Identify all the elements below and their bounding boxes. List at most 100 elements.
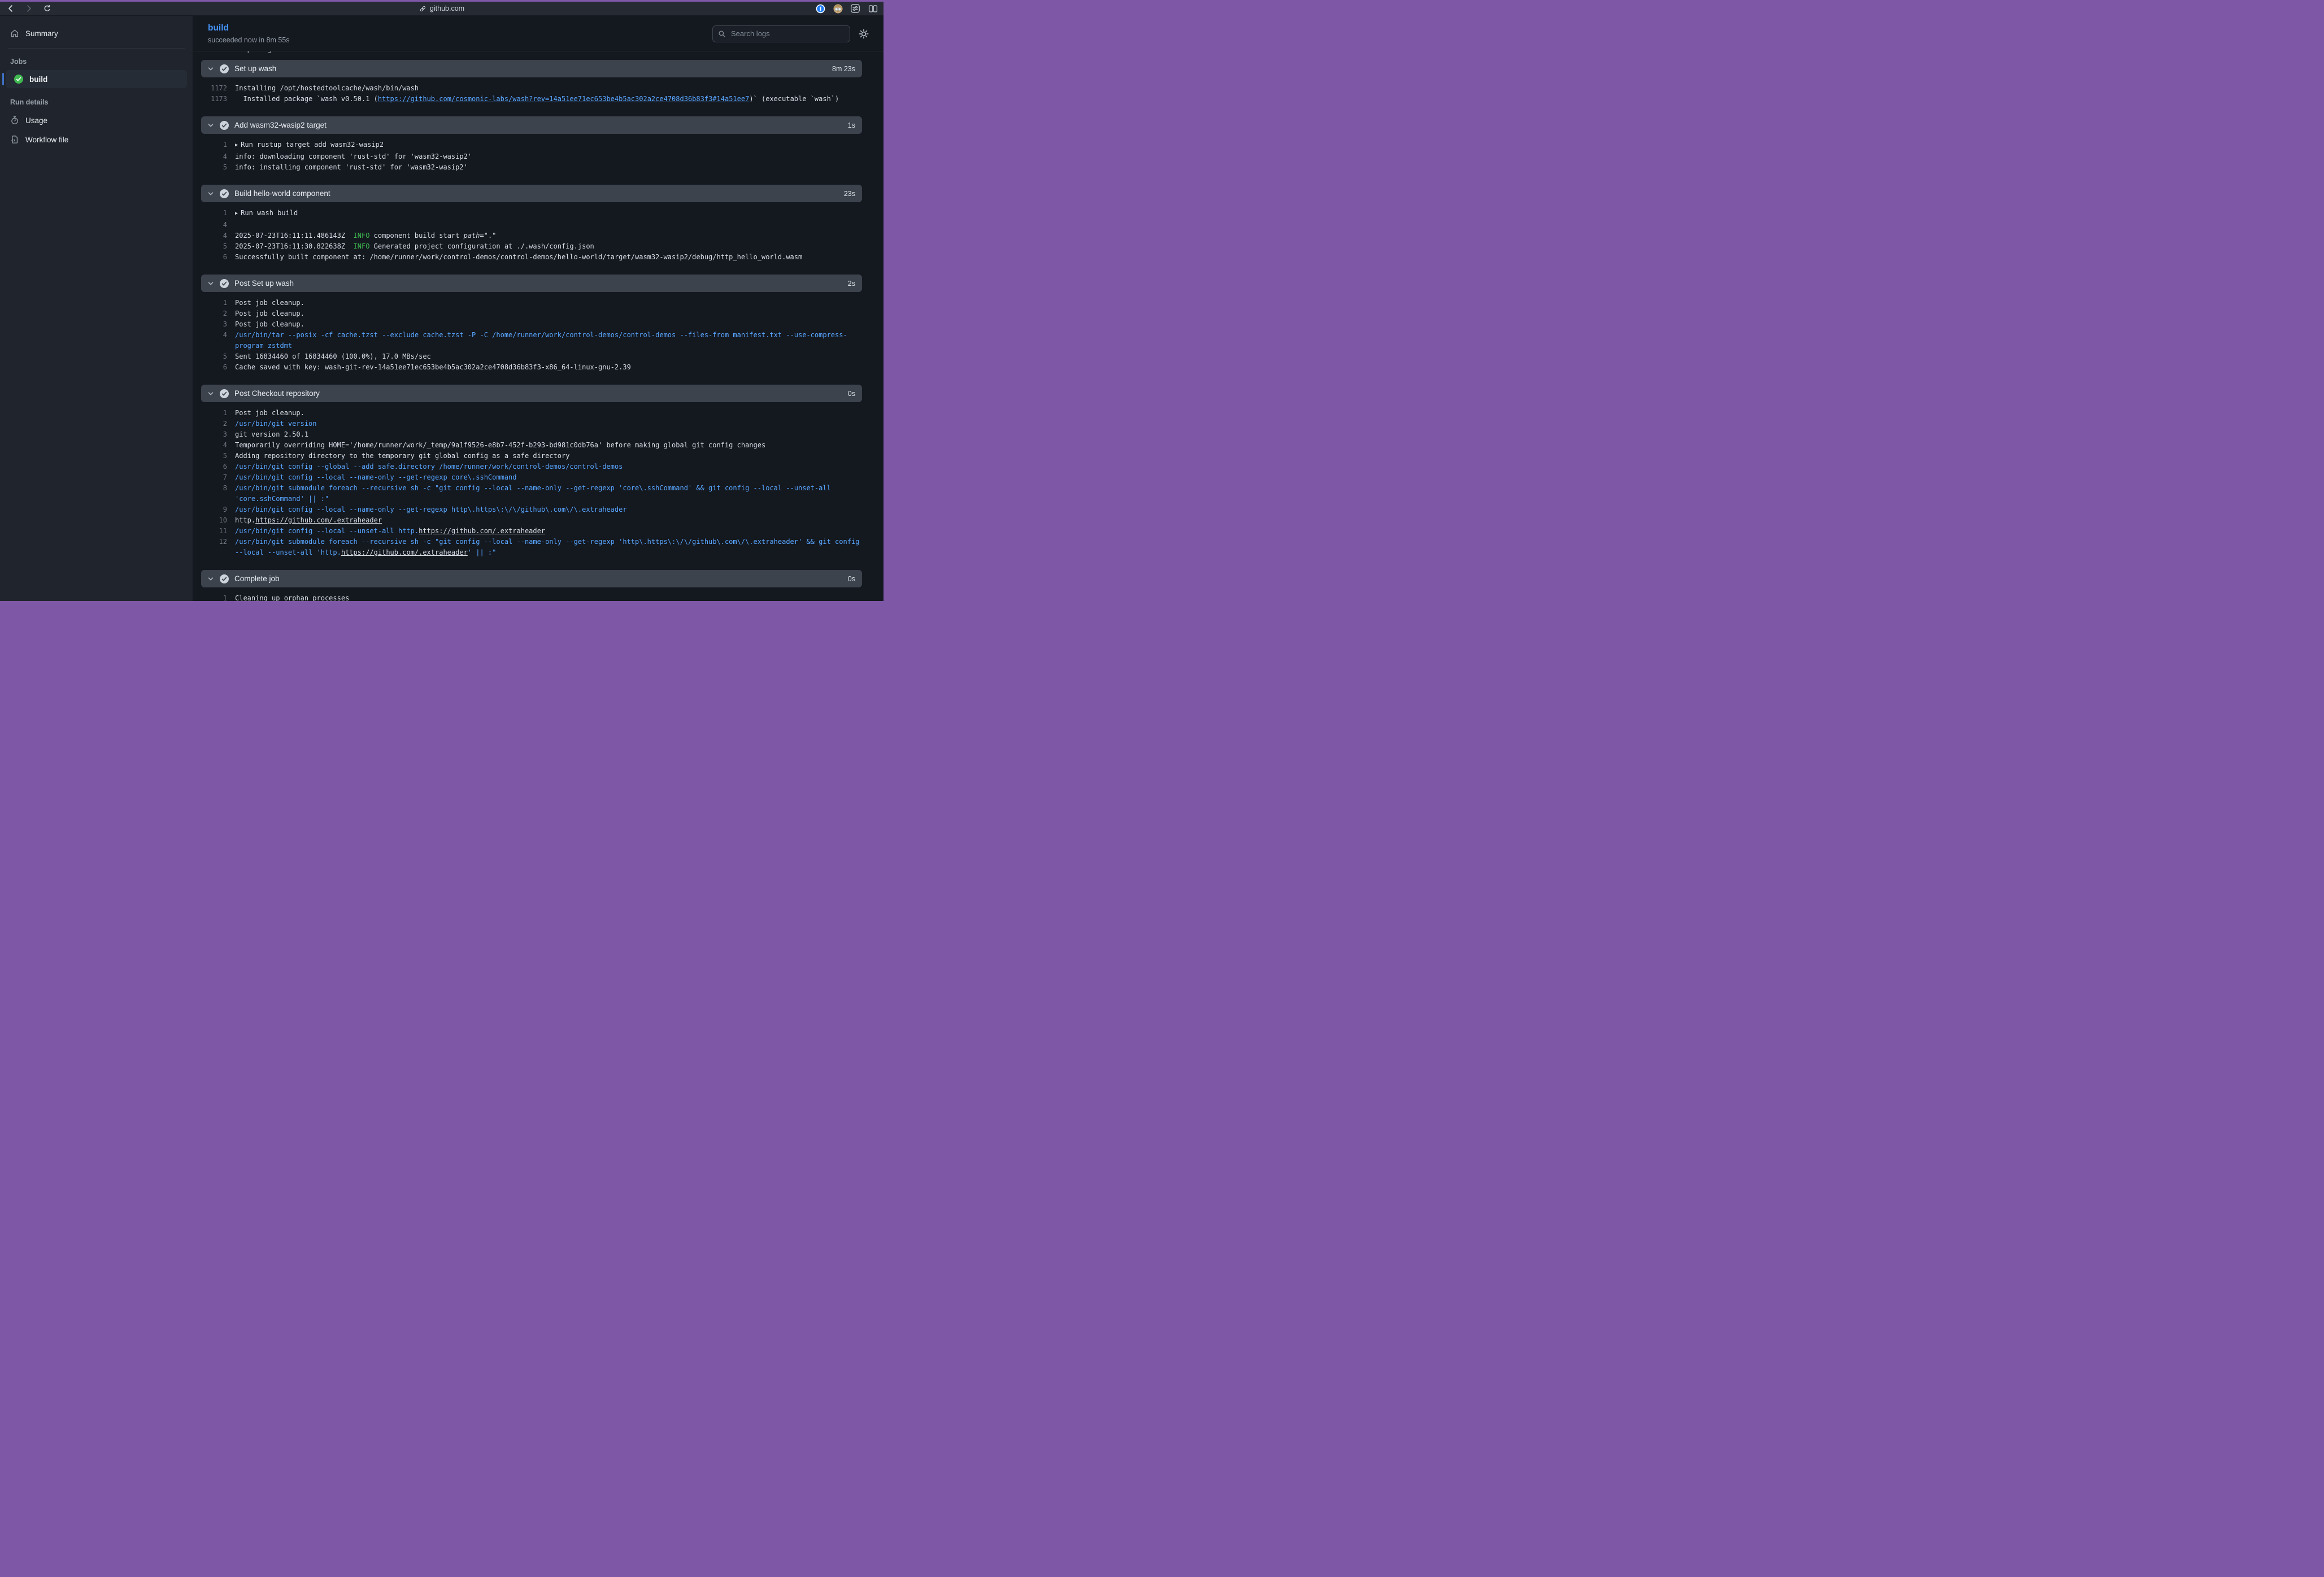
chevron-down-icon: [207, 390, 214, 397]
split-view-button[interactable]: [868, 3, 878, 14]
sidebar-item-summary[interactable]: Summary: [0, 24, 193, 43]
section-title: Post Checkout repository: [234, 389, 320, 398]
section-duration: 23s: [844, 190, 855, 198]
file-code-icon: [10, 135, 19, 144]
sidebar-job-build[interactable]: build: [6, 70, 187, 88]
line-number: 6: [201, 461, 227, 472]
stopwatch-icon: [10, 116, 19, 125]
log-line-text: git version 2.50.1: [235, 429, 862, 440]
log-settings-button[interactable]: [859, 29, 869, 39]
log-line: 5Adding repository directory to the temp…: [201, 451, 862, 461]
job-status-text: succeeded now in 8m 55s: [208, 36, 290, 44]
log-segment: Installing /opt/hostedtoolcache/wash/bin…: [235, 84, 419, 92]
log-line: 1▶Run rustup target add wasm32-wasip2: [201, 140, 862, 151]
log-line-text: http.https://github.com/.extraheader: [235, 515, 862, 526]
log-section: Add wasm32-wasip2 target1s 1▶Run rustup t…: [201, 116, 862, 180]
reload-icon: [43, 5, 51, 13]
log-line: 9/usr/bin/git config --local --name-only…: [201, 504, 862, 515]
step-success-icon: [220, 64, 229, 73]
log-section-header[interactable]: Post Checkout repository 0s: [201, 385, 862, 402]
log-line-text: Successfully built component at: /home/r…: [235, 252, 862, 263]
log-link[interactable]: https://github.com/.extraheader: [341, 548, 468, 556]
browser-toolbar: github.com: [0, 2, 884, 16]
log-line: 2Post job cleanup.: [201, 308, 862, 319]
log-line-text[interactable]: ▶Run wash build: [235, 208, 862, 220]
log-viewport[interactable]: 1171 Compiling wash v0.50.1 Set up wash8m…: [193, 51, 884, 601]
expand-triangle-icon: ▶: [235, 142, 238, 148]
back-button[interactable]: [6, 3, 16, 14]
step-success-icon: [220, 189, 229, 198]
section-title: Add wasm32-wasip2 target: [234, 121, 327, 129]
log-line-text[interactable]: ▶Run rustup target add wasm32-wasip2: [235, 140, 862, 151]
log-segment: Run rustup target add wasm32-wasip2: [241, 141, 384, 149]
sidebar-item-usage[interactable]: Usage: [0, 111, 193, 130]
back-icon: [6, 4, 15, 13]
extensions-button[interactable]: [850, 3, 860, 14]
log-section: Post Checkout repository 0s 1Post job clea…: [201, 385, 862, 565]
log-line: 1Post job cleanup.: [201, 408, 862, 419]
log-section: Post Set up wash2s 1 Post job cleanup.2Pos…: [201, 275, 862, 380]
search-logs-box[interactable]: [712, 25, 850, 42]
section-duration: 0s: [848, 390, 855, 398]
log-line: 1Cleaning up orphan processes: [201, 593, 862, 601]
sidebar-item-workflow-file[interactable]: Workflow file: [0, 130, 193, 149]
profile-avatar[interactable]: [833, 3, 843, 14]
log-segment: http.: [235, 516, 255, 524]
log-link[interactable]: https://github.com/.extraheader: [255, 516, 382, 524]
log-segment: Temporarily overriding HOME='/home/runne…: [235, 441, 765, 449]
chevron-down-icon: [207, 280, 214, 287]
log-link[interactable]: https://github.com/.extraheader: [419, 527, 545, 535]
log-segment: Post job cleanup.: [235, 320, 304, 328]
log-section-header[interactable]: Build hello-world component23s: [201, 185, 862, 202]
log-line-text: 2025-07-23T16:11:30.822638Z INFO Generat…: [235, 241, 862, 252]
section-title: Set up wash: [234, 64, 276, 73]
log-segment: )` (executable `wash`): [749, 95, 839, 103]
log-line-text: Cache saved with key: wash-git-rev-14a51…: [235, 362, 862, 373]
log-section-header[interactable]: Complete job0s: [201, 570, 862, 587]
log-line-text: /usr/bin/tar --posix -cf cache.tzst --ex…: [235, 330, 862, 351]
log-line-text: 2025-07-23T16:11:11.486143Z INFO compone…: [235, 230, 862, 241]
log-section-header[interactable]: Set up wash8m 23s: [201, 60, 862, 77]
search-logs-input[interactable]: [730, 29, 845, 38]
forward-button[interactable]: [24, 3, 34, 14]
log-line: 10 http.https://github.com/.extraheader: [201, 515, 862, 526]
home-icon: [10, 29, 19, 38]
line-number: 10: [201, 515, 227, 526]
reload-button[interactable]: [42, 3, 52, 14]
line-number: 1172: [201, 83, 227, 94]
job-header: build succeeded now in 8m 55s: [193, 16, 884, 51]
log-segment: info: installing component 'rust-std' fo…: [235, 163, 468, 171]
log-link[interactable]: https://github.com/cosmonic-labs/wash?re…: [378, 95, 749, 103]
log-section-header[interactable]: Add wasm32-wasip2 target1s: [201, 116, 862, 134]
log-segment: /usr/bin/git config --local --unset-all …: [235, 527, 419, 535]
sidebar-workflow-file-label: Workflow file: [25, 136, 68, 144]
line-number: 5: [201, 351, 227, 362]
log-line: 1 ▶Run wash build: [201, 208, 862, 220]
log-line: 6Cache saved with key: wash-git-rev-14a5…: [201, 362, 862, 373]
line-number: 8: [201, 483, 227, 504]
job-title[interactable]: build: [208, 23, 290, 33]
log-segment: component build start: [369, 232, 463, 239]
log-segment: Generated project configuration at ./.wa…: [369, 242, 594, 250]
log-segment: /usr/bin/git config --global --add safe.…: [235, 463, 623, 471]
line-number: 1: [201, 208, 227, 220]
log-line-text: /usr/bin/git config --local --name-only …: [235, 504, 862, 515]
log-line: 5info: installing component 'rust-std' f…: [201, 162, 862, 173]
line-number: 11: [201, 526, 227, 537]
log-segment: /usr/bin/tar --posix -cf cache.tzst --ex…: [235, 331, 847, 350]
url-field[interactable]: github.com: [419, 2, 464, 15]
step-success-icon: [220, 574, 229, 583]
line-number: 1: [201, 593, 227, 601]
section-lines: 1▶Run wash build442025-07-23T16:11:11.48…: [201, 202, 862, 269]
log-section-header[interactable]: Post Set up wash2s: [201, 275, 862, 292]
section-lines: 1Cleaning up orphan processes: [201, 587, 862, 601]
line-number: 1171: [201, 51, 227, 55]
log-segment: INFO: [354, 232, 370, 239]
log-segment: Successfully built component at: /home/r…: [235, 253, 802, 261]
log-segment: Compiling wash v0.50.1: [235, 51, 325, 53]
line-number: 1: [201, 298, 227, 308]
log-line: 4/usr/bin/tar --posix -cf cache.tzst --e…: [201, 330, 862, 351]
log-segment: /usr/bin/git version: [235, 420, 317, 428]
chevron-down-icon: [207, 576, 214, 582]
onepassword-button[interactable]: [815, 3, 825, 14]
